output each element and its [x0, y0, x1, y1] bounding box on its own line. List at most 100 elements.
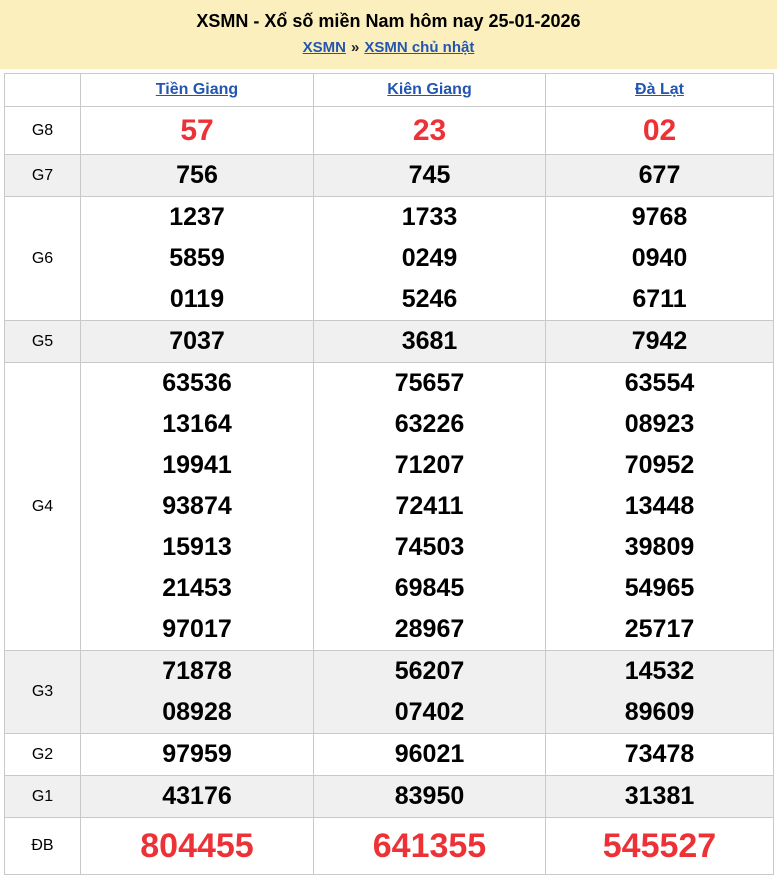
result-number: 745	[314, 155, 545, 196]
table-row-g8: G8 57 23 02	[5, 107, 774, 155]
prize-label-g7: G7	[5, 155, 81, 197]
result-number: 69845	[314, 568, 545, 609]
result-number: 804455	[81, 818, 313, 874]
result-cell: 63536 13164 19941 93874 15913 21453 9701…	[81, 363, 314, 651]
result-number: 08923	[546, 404, 773, 445]
result-number: 7942	[546, 321, 773, 362]
result-cell: 31381	[546, 776, 774, 818]
province-link-da-lat[interactable]: Đà Lạt	[635, 81, 684, 98]
result-cell: 1733 0249 5246	[314, 197, 546, 321]
result-number: 13448	[546, 486, 773, 527]
result-cell: 97959	[81, 734, 314, 776]
result-number: 89609	[546, 692, 773, 733]
result-cell: 02	[546, 107, 774, 155]
result-number: 21453	[81, 568, 313, 609]
breadcrumb-separator: »	[351, 39, 359, 56]
result-number: 5246	[314, 279, 545, 320]
result-number: 71207	[314, 445, 545, 486]
result-number: 63536	[81, 363, 313, 404]
prize-label-g1: G1	[5, 776, 81, 818]
result-number: 74503	[314, 527, 545, 568]
table-row-g1: G1 43176 83950 31381	[5, 776, 774, 818]
result-number: 28967	[314, 609, 545, 650]
result-number: 97959	[81, 734, 313, 775]
result-number: 19941	[81, 445, 313, 486]
result-number: 0940	[546, 238, 773, 279]
result-cell: 14532 89609	[546, 651, 774, 734]
result-cell: 57	[81, 107, 314, 155]
column-header-tien-giang: Tiền Giang	[81, 74, 314, 107]
breadcrumb: XSMN » XSMN chủ nhật	[0, 39, 777, 56]
corner-cell	[5, 74, 81, 107]
result-number: 6711	[546, 279, 773, 320]
result-number: 83950	[314, 776, 545, 817]
result-number: 23	[314, 107, 545, 154]
province-link-tien-giang[interactable]: Tiền Giang	[156, 81, 238, 98]
result-number: 545527	[546, 818, 773, 874]
table-row-db: ĐB 804455 641355 545527	[5, 818, 774, 875]
result-number: 70952	[546, 445, 773, 486]
result-cell: 677	[546, 155, 774, 197]
table-row-g7: G7 756 745 677	[5, 155, 774, 197]
result-cell: 83950	[314, 776, 546, 818]
table-header-row: Tiền Giang Kiên Giang Đà Lạt	[5, 74, 774, 107]
result-number: 63554	[546, 363, 773, 404]
result-cell: 96021	[314, 734, 546, 776]
column-header-da-lat: Đà Lạt	[546, 74, 774, 107]
result-number: 08928	[81, 692, 313, 733]
result-number: 677	[546, 155, 773, 196]
result-cell: 804455	[81, 818, 314, 875]
result-cell: 7942	[546, 321, 774, 363]
result-number: 96021	[314, 734, 545, 775]
breadcrumb-link-xsmn-chu-nhat[interactable]: XSMN chủ nhật	[364, 39, 474, 56]
result-number: 13164	[81, 404, 313, 445]
result-number: 73478	[546, 734, 773, 775]
result-cell: 23	[314, 107, 546, 155]
prize-label-g8: G8	[5, 107, 81, 155]
result-number: 1237	[81, 197, 313, 238]
result-number: 9768	[546, 197, 773, 238]
prize-label-g3: G3	[5, 651, 81, 734]
table-row-g2: G2 97959 96021 73478	[5, 734, 774, 776]
result-number: 756	[81, 155, 313, 196]
result-number: 93874	[81, 486, 313, 527]
result-number: 1733	[314, 197, 545, 238]
result-cell: 1237 5859 0119	[81, 197, 314, 321]
prize-label-g6: G6	[5, 197, 81, 321]
results-table: Tiền Giang Kiên Giang Đà Lạt G8 57 23 02…	[4, 73, 774, 875]
result-number: 3681	[314, 321, 545, 362]
result-number: 14532	[546, 651, 773, 692]
result-cell: 56207 07402	[314, 651, 546, 734]
result-number: 07402	[314, 692, 545, 733]
result-number: 7037	[81, 321, 313, 362]
breadcrumb-link-xsmn[interactable]: XSMN	[303, 39, 346, 56]
result-number: 15913	[81, 527, 313, 568]
province-link-kien-giang[interactable]: Kiên Giang	[387, 81, 471, 98]
result-number: 75657	[314, 363, 545, 404]
result-cell: 63554 08923 70952 13448 39809 54965 2571…	[546, 363, 774, 651]
result-number: 63226	[314, 404, 545, 445]
result-number: 72411	[314, 486, 545, 527]
result-number: 5859	[81, 238, 313, 279]
result-number: 97017	[81, 609, 313, 650]
result-number: 641355	[314, 818, 545, 874]
result-number: 56207	[314, 651, 545, 692]
result-number: 54965	[546, 568, 773, 609]
result-cell: 9768 0940 6711	[546, 197, 774, 321]
result-cell: 3681	[314, 321, 546, 363]
prize-label-g2: G2	[5, 734, 81, 776]
table-row-g5: G5 7037 3681 7942	[5, 321, 774, 363]
prize-label-db: ĐB	[5, 818, 81, 875]
result-number: 43176	[81, 776, 313, 817]
result-number: 39809	[546, 527, 773, 568]
result-cell: 545527	[546, 818, 774, 875]
result-cell: 75657 63226 71207 72411 74503 69845 2896…	[314, 363, 546, 651]
result-cell: 641355	[314, 818, 546, 875]
column-header-kien-giang: Kiên Giang	[314, 74, 546, 107]
result-cell: 7037	[81, 321, 314, 363]
result-cell: 745	[314, 155, 546, 197]
result-number: 0249	[314, 238, 545, 279]
result-number: 25717	[546, 609, 773, 650]
result-cell: 73478	[546, 734, 774, 776]
table-row-g3: G3 71878 08928 56207 07402 14532 89609	[5, 651, 774, 734]
